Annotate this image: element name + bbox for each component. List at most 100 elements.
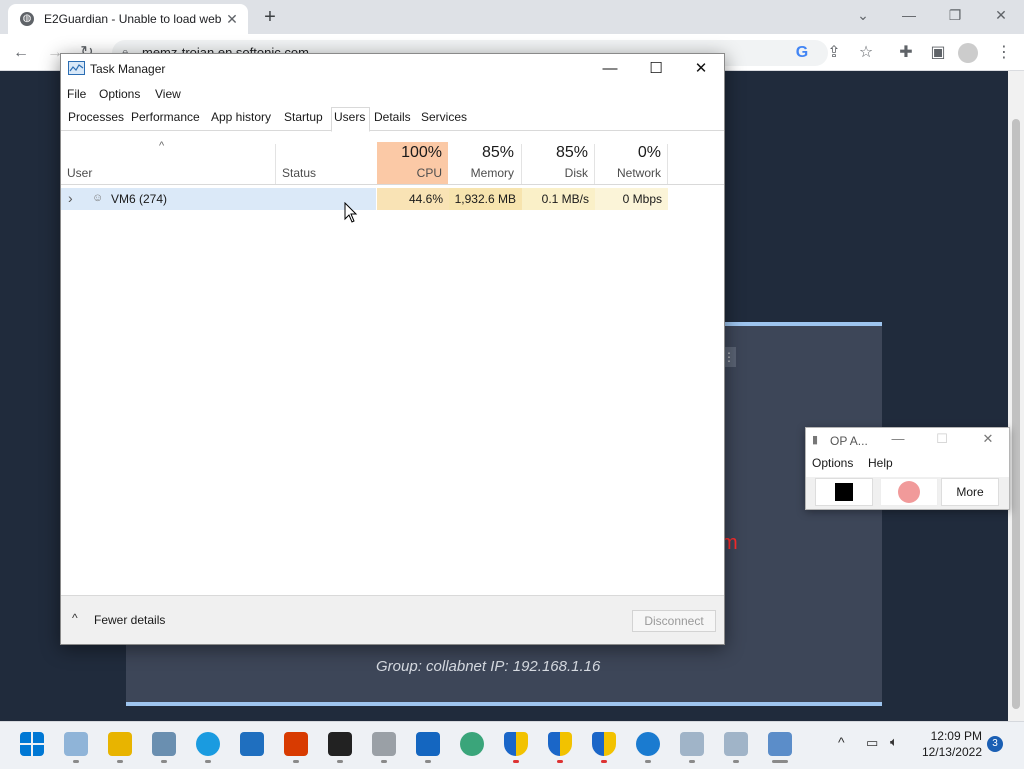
scrollbar-thumb[interactable] [1012,119,1020,709]
memory-label: Memory [470,166,514,180]
network-icon[interactable]: ▭ [866,735,878,751]
op-auto-clicker-window: ▮ OP A... — ☐ ✕ Options Help More [805,427,1010,510]
user-memory: 1,932.6 MB [454,192,516,206]
spinning-disk-icon[interactable] [680,732,704,756]
defender-shield-icon[interactable] [504,732,528,756]
column-header-memory[interactable]: 85% Memory [449,142,520,184]
disk-percent: 85% [555,144,588,161]
edge-icon[interactable] [196,732,220,756]
defender-shield-icon[interactable] [592,732,616,756]
spinning-disk-icon[interactable] [724,732,748,756]
stop-button[interactable] [815,478,873,506]
running-indicator [513,760,519,763]
clock-time[interactable]: 12:09 PM [930,729,982,743]
page-scrollbar[interactable] [1008,71,1024,721]
column-divider[interactable] [667,144,668,184]
user-disk: 0.1 MB/s [541,192,589,206]
record-button[interactable] [880,478,938,506]
tab-services[interactable]: Services [421,110,467,124]
running-indicator [205,760,211,763]
menu-options[interactable]: Options [99,87,140,101]
running-indicator [381,760,387,763]
column-header-disk[interactable]: 85% Disk [522,142,594,184]
network-label: Network [616,166,661,180]
new-tab-button[interactable]: + [259,6,281,28]
running-indicator [337,760,343,763]
tab-search-button[interactable]: ⌄ [840,0,886,30]
more-button[interactable]: More [941,478,999,506]
column-header-network[interactable]: 0% Network [595,142,667,184]
column-header-status[interactable]: Status [276,132,376,184]
menu-file[interactable]: File [67,87,86,101]
tray-chevron-icon[interactable]: ^ [838,734,845,750]
back-icon[interactable]: ← [10,42,32,64]
task-manager-icon[interactable] [768,732,792,756]
terminal-icon[interactable] [328,732,352,756]
control-panel-icon[interactable] [152,732,176,756]
tab-close-icon[interactable]: ✕ [222,11,242,28]
google-icon[interactable]: G [791,42,813,64]
browser-tab-title: E2Guardian - Unable to load web [44,12,222,26]
chevron-up-icon[interactable]: ^ [72,611,78,625]
row-highlight [61,188,376,210]
table-row[interactable]: › ☺ VM6 (274) 44.6% 1,932.6 MB 0.1 MB/s … [61,188,724,210]
op-close-button[interactable]: ✕ [978,431,998,447]
globe-icon: ◍ [20,12,34,26]
column-header-cpu[interactable]: 100% CPU [377,142,448,184]
tm-close-button[interactable]: ✕ [678,54,724,84]
tab-app-history[interactable]: App history [211,110,271,124]
header-divider [61,184,724,185]
extensions-icon[interactable]: ✚ [895,42,917,64]
expand-chevron-icon[interactable]: › [68,190,73,206]
op-menu-help[interactable]: Help [868,456,893,470]
paint-icon[interactable] [460,732,484,756]
running-indicator [733,760,739,763]
menu-view[interactable]: View [155,87,181,101]
tab-details[interactable]: Details [374,110,411,124]
browser-minimize-button[interactable]: — [886,0,932,30]
running-indicator [772,760,788,763]
browser-tab[interactable]: ◍ E2Guardian - Unable to load web ✕ [8,4,248,34]
user-name: VM6 (274) [111,192,168,206]
office-icon[interactable] [284,732,308,756]
star-icon[interactable]: ☆ [855,42,877,64]
task-manager-window: Task Manager — ☐ ✕ File Options View Pro… [60,53,725,645]
help-icon[interactable] [636,732,660,756]
browser-close-button[interactable]: ✕ [978,0,1024,30]
tm-minimize-button[interactable]: — [587,54,633,84]
side-panel-icon[interactable]: ▣ [927,42,949,64]
column-header-user[interactable]: User [61,132,275,184]
disconnect-button[interactable]: Disconnect [632,610,716,632]
op-minimize-button[interactable]: — [888,431,908,446]
windows-start-icon[interactable] [20,732,44,756]
tab-performance[interactable]: Performance [131,110,200,124]
running-indicator [161,760,167,763]
group-ip-line: Group: collabnet IP: 192.168.1.16 [376,658,601,675]
file-explorer-icon[interactable] [108,732,132,756]
defender-shield-icon[interactable] [548,732,572,756]
notification-badge[interactable]: 3 [987,736,1003,752]
share-icon[interactable]: ⇪ [823,42,845,64]
user-avatar-icon: ☺ [92,192,104,204]
tm-maximize-button[interactable]: ☐ [633,54,679,84]
fewer-details-button[interactable]: Fewer details [94,613,165,627]
notepad-icon[interactable] [64,732,88,756]
mouse-clicker-icon[interactable] [372,732,396,756]
user-cpu: 44.6% [408,192,443,206]
tab-users[interactable]: Users [334,110,365,124]
running-indicator [689,760,695,763]
clock-date[interactable]: 12/13/2022 [920,745,982,759]
cpu-percent: 100% [401,144,442,161]
running-indicator [73,760,79,763]
tab-processes[interactable]: Processes [68,110,124,124]
op-menu-options[interactable]: Options [812,456,853,470]
volume-icon[interactable]: 🔈︎ [890,734,898,750]
store-icon[interactable] [416,732,440,756]
tab-startup[interactable]: Startup [284,110,323,124]
chat-icon[interactable] [240,732,264,756]
menu-icon[interactable]: ⋮ [993,42,1015,64]
profile-icon[interactable] [958,43,978,63]
op-maximize-button[interactable]: ☐ [932,431,952,447]
column-status-label: Status [282,166,317,180]
browser-restore-button[interactable]: ❐ [932,0,978,30]
